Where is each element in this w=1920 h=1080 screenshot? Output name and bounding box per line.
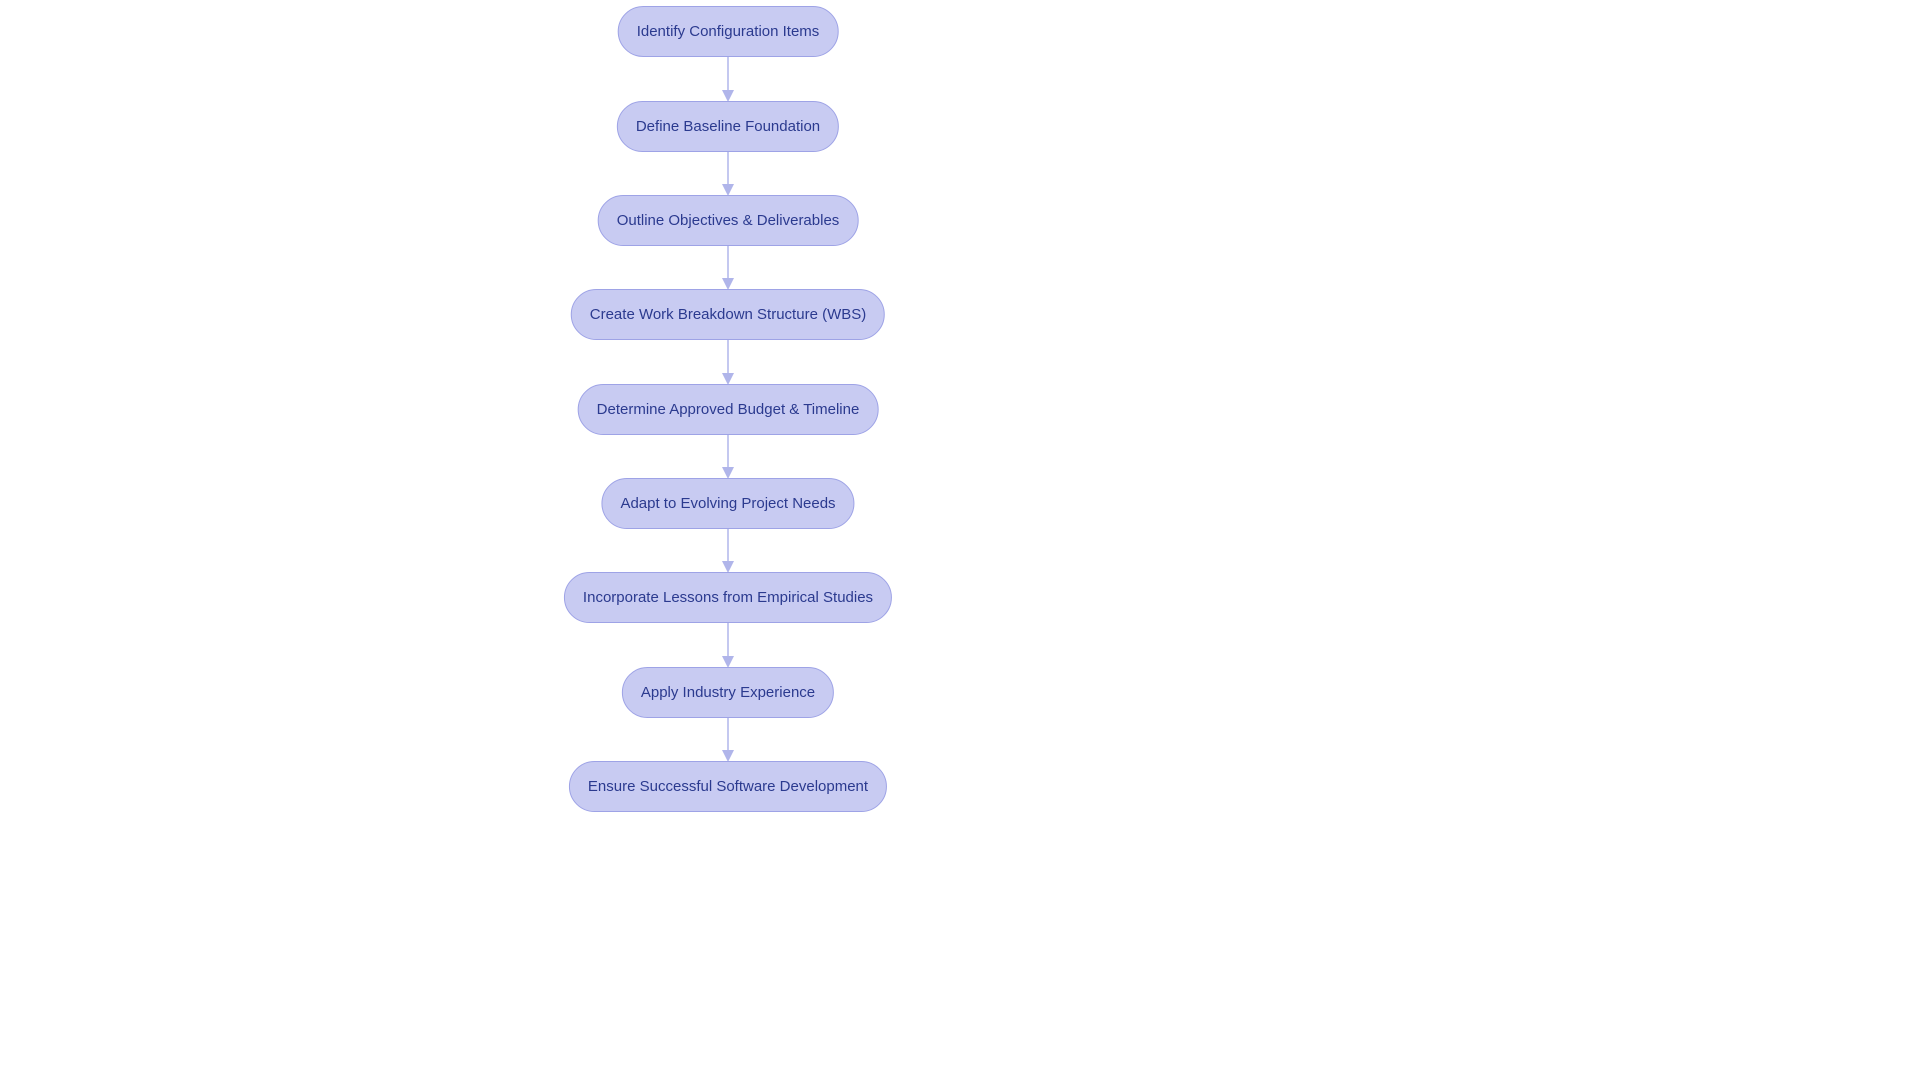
node-label: Ensure Successful Software Development (588, 778, 868, 795)
node-label: Identify Configuration Items (637, 23, 820, 40)
arrows-layer (0, 0, 1920, 1080)
node-label: Determine Approved Budget & Timeline (597, 401, 860, 418)
node-label: Create Work Breakdown Structure (WBS) (590, 306, 866, 323)
flowchart-node-n7: Incorporate Lessons from Empirical Studi… (564, 572, 892, 623)
flowchart-canvas: Identify Configuration Items Define Basel… (0, 0, 1920, 1080)
flowchart-node-n3: Outline Objectives & Deliverables (598, 195, 859, 246)
node-label: Outline Objectives & Deliverables (617, 212, 840, 229)
node-label: Apply Industry Experience (641, 684, 815, 701)
node-label: Define Baseline Foundation (636, 118, 820, 135)
flowchart-node-n9: Ensure Successful Software Development (569, 761, 887, 812)
flowchart-node-n5: Determine Approved Budget & Timeline (578, 384, 879, 435)
node-label: Adapt to Evolving Project Needs (620, 495, 835, 512)
node-label: Incorporate Lessons from Empirical Studi… (583, 589, 873, 606)
flowchart-node-n4: Create Work Breakdown Structure (WBS) (571, 289, 885, 340)
flowchart-node-n6: Adapt to Evolving Project Needs (601, 478, 854, 529)
flowchart-node-n8: Apply Industry Experience (622, 667, 834, 718)
flowchart-node-n1: Identify Configuration Items (618, 6, 839, 57)
flowchart-node-n2: Define Baseline Foundation (617, 101, 839, 152)
